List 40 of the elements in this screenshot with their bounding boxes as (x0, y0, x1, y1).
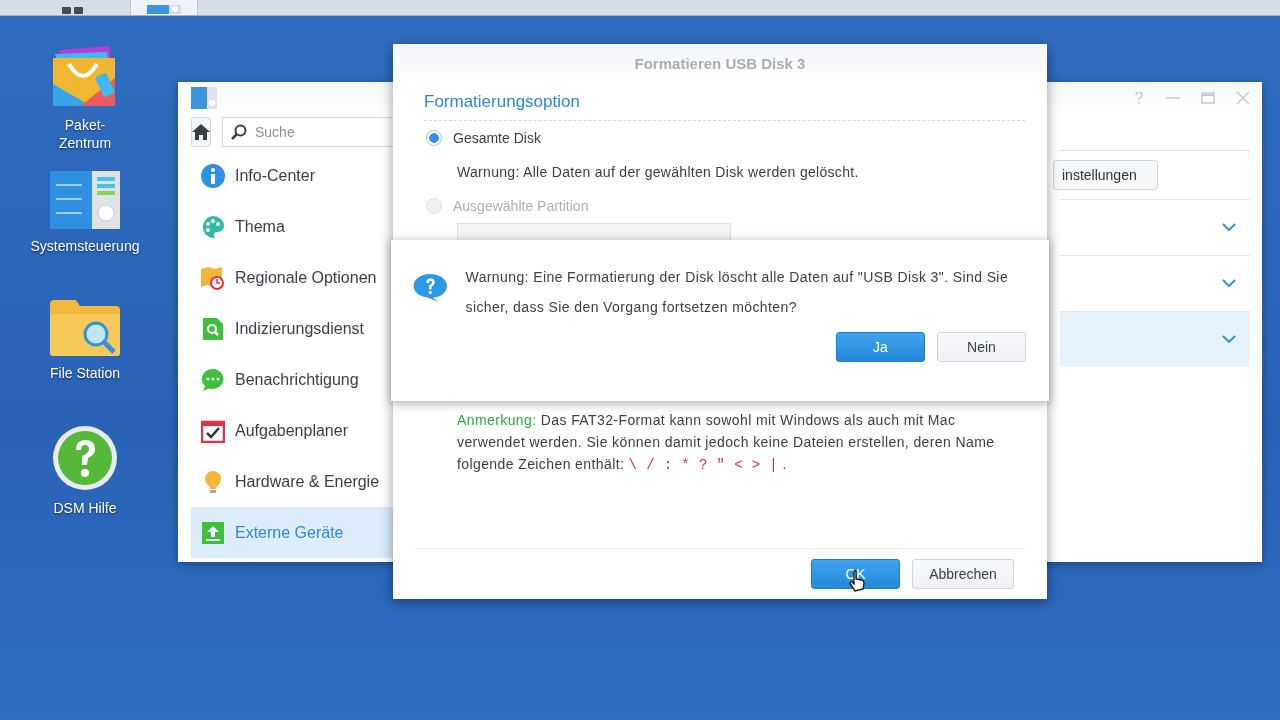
dialog-title: Formatieren USB Disk 3 (393, 44, 1047, 82)
sidebar-item[interactable]: Indizierungsdienst (191, 303, 404, 354)
desktop-icon-label[interactable]: Paket- Zentrum (58, 116, 112, 152)
home-icon (192, 124, 210, 140)
warning-text: Warnung: Alle Daten auf der gewählten Disk werden gelöscht. (456, 163, 860, 182)
section-heading: Formatierungsoption (424, 82, 1025, 121)
sidebar-item[interactable]: Info-Center (191, 150, 404, 201)
grid-icon (61, 7, 84, 15)
folder-search-icon[interactable] (50, 298, 120, 356)
settings-button[interactable]: instellungen (1053, 160, 1158, 190)
control-panel-icon (191, 87, 217, 109)
cancel-button[interactable]: Abbrechen (912, 559, 1014, 589)
map-clock-icon (201, 265, 225, 290)
chevron-down-icon[interactable] (1222, 279, 1236, 288)
sidebar-item[interactable]: Hardware & Energie (191, 456, 404, 507)
help-icon[interactable] (52, 425, 118, 491)
chevron-down-icon[interactable] (1222, 335, 1236, 344)
search-icon (231, 124, 247, 140)
sidebar-item[interactable]: Thema (191, 201, 404, 252)
taskbar-button[interactable] (131, 0, 198, 15)
document-search-icon (201, 316, 225, 341)
sidebar-item[interactable]: Aufgabenplaner (191, 405, 404, 456)
chevron-down-icon[interactable] (1222, 223, 1236, 232)
calendar-icon (201, 418, 225, 443)
upload-icon (201, 520, 225, 545)
confirm-message: Warnung: Eine Formatierung der Disk löscht alle Daten auf "USB Disk 3". Sind Sie sicher, dass Sie den Vorgang fortsetzen möchten? (465, 268, 1010, 317)
home-button[interactable] (191, 117, 211, 147)
sidebar-item[interactable]: Benachrichtigung (191, 354, 404, 405)
option-label[interactable]: Gesamte Disk (453, 130, 541, 146)
info-icon (201, 163, 225, 188)
radio-button[interactable] (426, 130, 442, 146)
sidebar-item[interactable]: Regionale Optionen (191, 252, 404, 303)
note-text: Anmerkung: Das FAT32-Format kann sowohl mit Windows als auch mit Mac verwendet werden. Sie können damit jedoch keine Dateien erstellen, deren Name folgende Zeichen enthält: \ / : * ? " < > | . (456, 411, 996, 475)
desktop-icon-label[interactable]: File Station (49, 364, 120, 382)
chat-bubble-icon (201, 367, 225, 392)
desktop-icon-label[interactable]: DSM Hilfe (53, 499, 117, 517)
control-panel-icon[interactable] (50, 171, 120, 229)
desktop-icon-label[interactable]: Systemsteuerung (30, 237, 140, 255)
palette-icon (201, 214, 225, 239)
no-button[interactable]: Nein (937, 332, 1026, 362)
